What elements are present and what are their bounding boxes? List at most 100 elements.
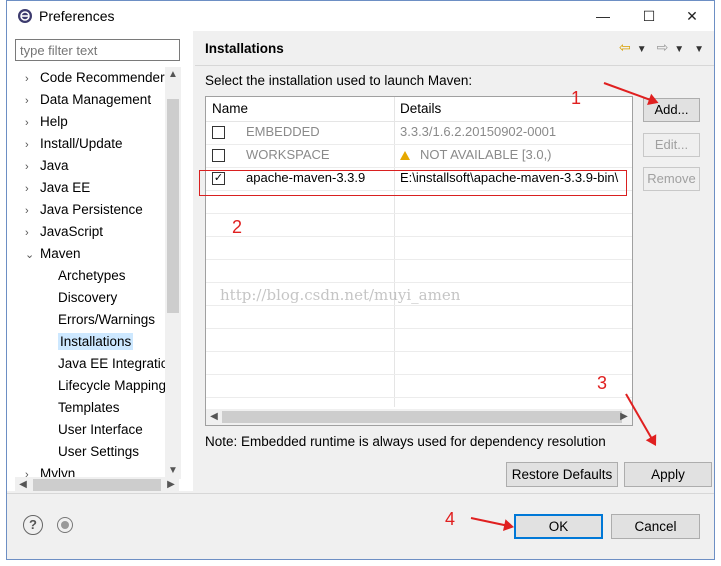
table-row[interactable] [206,305,632,329]
tree-item-label: User Settings [58,444,140,459]
close-button[interactable]: ✕ [669,1,715,31]
installations-table: Name Details EMBEDDED 3.3.3/1.6.2.2015090… [205,96,633,426]
tree-item-label: Code Recommenders [40,70,172,85]
annotation-1: 1 [571,88,582,108]
eclipse-icon [18,9,32,23]
tree-item-label: Maven [40,246,81,261]
tree-item[interactable]: › JavaScript [25,221,103,243]
chevron-right-icon[interactable]: › [25,68,37,90]
table-row[interactable] [206,259,632,283]
tree-item[interactable]: › Java [25,155,69,177]
scroll-left-arrow-icon[interactable]: ◀ [15,477,31,493]
chevron-right-icon[interactable]: › [25,464,37,477]
maximize-button[interactable]: ☐ [626,1,672,31]
table-horizontal-scrollbar[interactable]: ◀ ▶ [206,409,632,425]
tree-item-label: Errors/Warnings [58,312,156,327]
record-macro-icon[interactable] [57,517,73,533]
table-row[interactable] [206,351,632,375]
tree-item[interactable]: › Help [25,111,68,133]
scroll-left-arrow-icon[interactable]: ◀ [206,409,222,425]
footer-divider [7,493,714,494]
tree-item[interactable]: › Java Persistence [25,199,143,221]
tree-item[interactable]: › Data Management [25,89,151,111]
table-row[interactable] [206,213,632,237]
back-dropdown-icon[interactable]: ▼ [637,44,647,55]
tree-item[interactable]: Discovery [58,287,117,309]
chevron-right-icon[interactable]: › [25,134,37,156]
tree-item-label: Mylyn [40,466,76,477]
tree-item[interactable]: › Java EE [25,177,90,199]
forward-arrow-icon[interactable]: ⇨ [657,39,669,55]
restore-defaults-button[interactable]: Restore Defaults [506,462,618,487]
tree-item[interactable]: Templates [58,397,120,419]
cancel-button[interactable]: Cancel [611,514,700,539]
chevron-right-icon[interactable]: › [25,200,37,222]
chevron-right-icon[interactable]: › [25,90,37,112]
annotation-2: 2 [232,217,243,237]
tree-item-label: Data Management [40,92,152,107]
column-header-details[interactable]: Details [394,97,441,121]
scrollbar-thumb[interactable] [33,479,161,491]
row-checkbox[interactable] [212,149,225,162]
annotation-3: 3 [597,373,608,393]
filter-input[interactable] [15,39,180,61]
tree-item[interactable]: Errors/Warnings [58,309,155,331]
chevron-right-icon[interactable]: › [25,222,37,244]
apply-button[interactable]: Apply [624,462,712,487]
column-header-name[interactable]: Name [206,97,392,121]
divider [195,65,714,66]
tree-item-label: Java EE Integration [58,356,176,371]
tree-item-label: User Interface [58,422,143,437]
view-menu-icon[interactable]: ▼ [694,44,704,55]
chevron-right-icon[interactable]: › [25,156,37,178]
tree-item-label: Java EE [40,180,91,195]
scroll-right-arrow-icon[interactable]: ▶ [616,409,632,425]
tree-item[interactable]: › Install/Update [25,133,123,155]
chevron-down-icon[interactable]: ⌄ [25,244,37,266]
tree-item[interactable]: Java EE Integration [58,353,176,375]
page-title: Installations [205,41,284,56]
tree-item[interactable]: Lifecycle Mappings [58,375,173,397]
scrollbar-thumb[interactable] [167,99,179,313]
details-text: NOT AVAILABLE [3.0,) [420,147,552,162]
tree-item-label: Installations [58,333,134,350]
table-row[interactable]: EMBEDDED 3.3.3/1.6.2.20150902-0001 [206,121,632,145]
row-checkbox[interactable] [212,126,225,139]
preferences-tree: › Code Recommenders › Data Management › Help ›… [7,67,177,477]
tree-vertical-scrollbar[interactable]: ▲ ▼ [165,67,181,479]
instruction-text: Select the installation used to launch M… [205,73,473,88]
table-header: Name Details [206,97,632,122]
table-row[interactable] [206,374,632,398]
table-row[interactable]: WORKSPACE NOT AVAILABLE [3.0,) [206,144,632,168]
back-arrow-icon[interactable]: ⇦ [619,39,631,55]
tree-item[interactable]: User Interface [58,419,143,441]
scrollbar-thumb[interactable] [222,411,622,423]
tree-item[interactable]: User Settings [58,441,139,463]
installation-name: WORKSPACE [246,147,330,162]
tree-horizontal-scrollbar[interactable]: ◀ ▶ [15,477,179,493]
ok-button[interactable]: OK [514,514,603,539]
scroll-up-arrow-icon[interactable]: ▲ [165,67,181,83]
tree-item-label: Discovery [58,290,118,305]
tree-item-label: Lifecycle Mappings [58,378,173,393]
minimize-button[interactable]: — [580,1,626,31]
forward-dropdown-icon[interactable]: ▼ [674,44,684,55]
remove-button[interactable]: Remove [643,167,700,191]
installation-name: EMBEDDED [246,124,320,139]
help-icon[interactable]: ? [23,515,43,535]
watermark: http://blog.csdn.net/muyi_amen [220,286,461,304]
tree-item[interactable]: Archetypes [58,265,126,287]
annotation-4: 4 [445,509,456,529]
table-row[interactable] [206,236,632,260]
scroll-right-arrow-icon[interactable]: ▶ [163,477,179,493]
edit-button[interactable]: Edit... [643,133,700,157]
table-row[interactable] [206,328,632,352]
chevron-right-icon[interactable]: › [25,178,37,200]
note-text: Note: Embedded runtime is always used fo… [205,434,606,449]
tree-item[interactable]: › Mylyn [25,463,75,477]
tree-item[interactable]: ⌄ Maven [25,243,81,265]
tree-item-label: Archetypes [58,268,126,283]
tree-item[interactable]: › Code Recommenders [25,67,171,89]
tree-item[interactable]: Installations [58,331,134,353]
chevron-right-icon[interactable]: › [25,112,37,134]
